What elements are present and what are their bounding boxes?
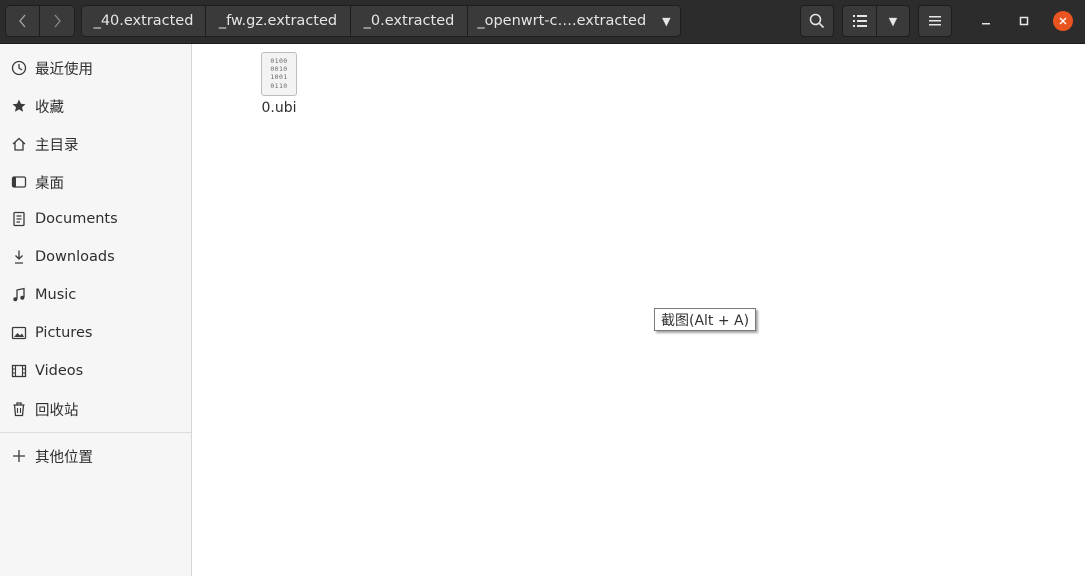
sidebar-item-home[interactable]: 主目录 [0, 127, 191, 161]
star-icon [11, 98, 27, 114]
path-crumb[interactable]: _fw.gz.extracted [206, 5, 351, 37]
sidebar-item-trash[interactable]: 回收站 [0, 392, 191, 426]
plus-icon [11, 448, 27, 464]
path-crumb[interactable]: _40.extracted [81, 5, 206, 37]
music-icon [11, 287, 27, 303]
maximize-button[interactable] [1013, 10, 1035, 32]
sidebar-item-label: 桌面 [35, 175, 64, 192]
sidebar-item-music[interactable]: Music [0, 278, 191, 312]
sidebar-item-label: 主目录 [35, 137, 79, 154]
header-bar: _40.extracted _fw.gz.extracted _0.extrac… [0, 0, 1085, 44]
sidebar-item-pictures[interactable]: Pictures [0, 316, 191, 350]
clock-icon [11, 60, 27, 76]
sidebar-item-downloads[interactable]: Downloads [0, 240, 191, 274]
caret-down-icon: ▼ [662, 14, 671, 28]
binary-file-icon-line: 0110 [270, 81, 288, 90]
video-icon [11, 363, 27, 379]
sidebar-item-label: Music [35, 287, 77, 303]
document-icon [11, 211, 27, 227]
list-view-icon [852, 15, 867, 27]
binary-file-icon-line: 0010 [270, 65, 288, 74]
view-options-button[interactable]: ▼ [876, 5, 910, 37]
sidebar-item-videos[interactable]: Videos [0, 354, 191, 388]
search-icon [809, 13, 825, 29]
sidebar-item-documents[interactable]: Documents [0, 202, 191, 236]
history-nav [5, 5, 75, 37]
hamburger-menu-icon [929, 16, 941, 26]
chevron-right-icon [54, 14, 61, 28]
download-icon [11, 249, 27, 265]
sidebar: 最近使用 收藏 主目录 桌面 Documents Downloads Music… [0, 44, 192, 576]
sidebar-item-label: Documents [35, 211, 118, 227]
screenshot-tooltip: 截图(Alt + A) [654, 308, 757, 331]
sidebar-item-label: Downloads [35, 249, 115, 265]
sidebar-item-desktop[interactable]: 桌面 [0, 165, 191, 199]
picture-icon [11, 325, 27, 341]
path-bar: _40.extracted _fw.gz.extracted _0.extrac… [81, 5, 681, 37]
binary-file-icon: 0100 0010 1001 0110 [261, 52, 297, 96]
close-circle [1053, 11, 1073, 31]
path-crumb-label: _openwrt-c….extracted [477, 13, 647, 29]
minimize-icon [982, 23, 990, 25]
maximize-icon [1019, 16, 1029, 26]
sidebar-item-label: 其他位置 [35, 449, 93, 466]
list-view-button[interactable] [842, 5, 877, 37]
close-icon [1059, 17, 1067, 25]
caret-down-icon: ▼ [888, 14, 898, 28]
sidebar-item-other-locations[interactable]: 其他位置 [0, 439, 191, 473]
binary-file-icon-line: 1001 [270, 73, 288, 82]
sidebar-item-label: 回收站 [35, 402, 79, 419]
sidebar-item-recent[interactable]: 最近使用 [0, 51, 191, 85]
file-name: 0.ubi [261, 100, 297, 116]
trash-icon [11, 401, 27, 417]
chevron-left-icon [18, 14, 25, 28]
binary-file-icon-line: 0100 [270, 57, 288, 65]
home-icon [11, 136, 27, 152]
sidebar-item-label: 收藏 [35, 99, 64, 116]
search-button[interactable] [800, 5, 834, 37]
sidebar-item-starred[interactable]: 收藏 [0, 89, 191, 123]
file-item[interactable]: 0100 0010 1001 0110 0.ubi [242, 52, 316, 116]
sidebar-separator [0, 432, 191, 433]
minimize-button[interactable] [975, 10, 997, 32]
path-crumb-current[interactable]: _openwrt-c….extracted ▼ [468, 5, 681, 37]
menu-button[interactable] [918, 5, 952, 37]
sidebar-item-label: Videos [35, 363, 84, 379]
close-button[interactable] [1052, 10, 1074, 32]
sidebar-item-label: 最近使用 [35, 61, 93, 78]
forward-button[interactable] [40, 5, 75, 37]
sidebar-item-label: Pictures [35, 325, 93, 341]
desktop-icon [11, 174, 27, 190]
path-crumb[interactable]: _0.extracted [351, 5, 468, 37]
back-button[interactable] [5, 5, 40, 37]
